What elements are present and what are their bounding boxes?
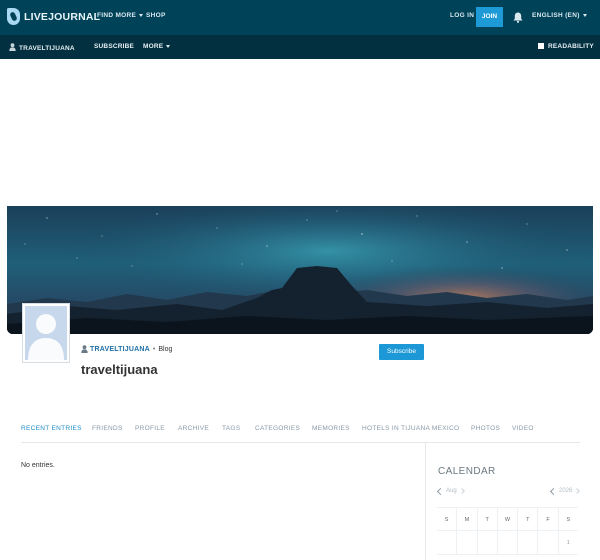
find-more-menu[interactable]: FIND MORE [97,12,144,19]
weekday-label: M [456,508,476,530]
weekday-label: S [557,508,578,530]
calendar-day-cell [517,531,537,554]
tab-categories[interactable]: CATEGORIES [255,425,300,432]
chevron-left-icon[interactable] [549,487,558,495]
calendar-day-cell [537,531,557,554]
calendar-day-cell [476,531,497,554]
tabs-divider [21,442,580,443]
readability-checkbox[interactable] [538,43,544,49]
night-sky-mountain-image [7,206,593,334]
calendar-weekday-header: S M T W T F S [437,507,578,531]
top-navigation: LIVEJOURNAL FIND MORE SHOP LOG IN JOIN E… [0,0,600,35]
tab-friends[interactable]: FRIENDS [92,425,123,432]
chevron-right-icon[interactable] [458,488,465,494]
find-more-label: FIND MORE [97,12,137,19]
journal-header-image [7,206,593,334]
chevron-down-icon [166,44,171,48]
sidebar-divider [425,443,426,560]
no-entries-message: No entries. [21,462,55,469]
calendar-title: CALENDAR [438,466,496,477]
calendar-week-row: 1 [437,531,578,555]
breadcrumb-username-link[interactable]: TRAVELTIJUANA [90,346,150,353]
user-icon [9,43,16,51]
readability-toggle[interactable]: READABILITY [538,43,594,50]
tab-archive[interactable]: ARCHIVE [178,425,209,432]
shop-link[interactable]: SHOP [146,12,166,19]
default-userpic [25,306,67,360]
breadcrumb-separator: • [152,345,156,353]
calendar-month-nav[interactable]: Aug [436,487,465,495]
subbar-user-link[interactable]: TRAVELTIJUANA [9,43,75,52]
tab-recent-entries[interactable]: RECENT ENTRIES [21,425,82,432]
more-label: MORE [143,43,164,50]
language-label: ENGLISH (EN) [532,12,580,19]
livejournal-logo[interactable]: LIVEJOURNAL [7,8,100,25]
weekday-label: S [444,517,449,523]
tab-memories[interactable]: MEMORIES [312,425,350,432]
bell-icon[interactable] [513,12,523,23]
weekday-label: T [476,508,497,530]
calendar-year-nav[interactable]: 2026 [549,487,581,495]
journal-subbar: TRAVELTIJUANA SUBSCRIBE MORE READABILITY [0,35,600,59]
user-silhouette-icon [25,306,67,360]
chevron-down-icon [139,13,144,17]
tab-hotels-in-tijuana-mexico[interactable]: HOTELS IN TIJUANA MEXICO [362,425,459,432]
calendar-day-cell [456,531,476,554]
tab-video[interactable]: VIDEO [512,425,534,432]
weekday-label: F [537,508,557,530]
calendar-day-cell [496,531,517,554]
journal-title[interactable]: traveltijuana [81,362,158,377]
weekday-label: W [496,508,517,530]
tab-tags[interactable]: TAGS [222,425,240,432]
subscribe-button[interactable]: Subscribe [379,344,424,360]
breadcrumb-blog-label: Blog [158,345,173,353]
user-icon [81,345,88,353]
join-button[interactable]: JOIN [476,7,503,27]
language-selector[interactable]: ENGLISH (EN) [532,12,587,19]
subbar-more-menu[interactable]: MORE [143,43,171,50]
chevron-right-icon[interactable] [574,488,581,494]
tab-profile[interactable]: PROFILE [135,425,165,432]
logo-text: LIVEJOURNAL [24,10,101,23]
chevron-down-icon [582,13,587,17]
subbar-subscribe-link[interactable]: SUBSCRIBE [94,43,134,50]
login-link[interactable]: LOG IN [450,12,474,19]
subbar-username: TRAVELTIJUANA [19,45,75,52]
chevron-left-icon[interactable] [436,487,445,495]
weekday-label: T [517,508,537,530]
readability-label: READABILITY [548,43,594,50]
journal-tabs: RECENT ENTRIES FRIENDS PROFILE ARCHIVE T… [21,425,580,441]
calendar-year-label: 2026 [559,488,573,494]
calendar-day-cell [437,531,456,554]
user-avatar[interactable] [22,303,70,363]
calendar-grid: S M T W T F S 1 [437,507,578,555]
livejournal-logo-icon [7,8,20,25]
tab-photos[interactable]: PHOTOS [471,425,500,432]
calendar-month-label: Aug [446,488,457,494]
journal-breadcrumb: TRAVELTIJUANA • Blog [81,345,172,353]
calendar-day-cell: 1 [557,531,578,554]
